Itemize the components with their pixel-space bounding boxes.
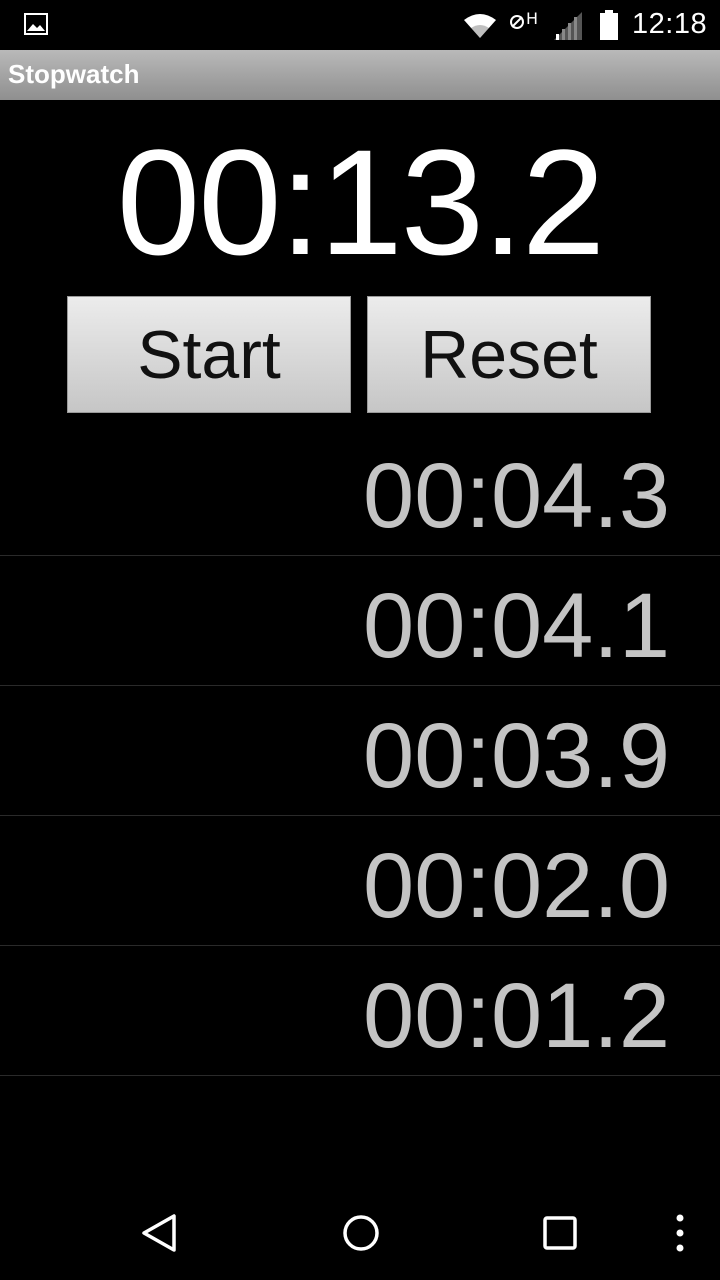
- list-item[interactable]: 00:01.2: [0, 946, 720, 1076]
- lap-list[interactable]: 00:04.3 00:04.1 00:03.9 00:02.0 00:01.2: [0, 426, 720, 1076]
- list-item[interactable]: 00:02.0: [0, 816, 720, 946]
- lap-time: 00:04.1: [363, 575, 670, 677]
- reset-button[interactable]: Reset: [367, 296, 651, 413]
- status-clock: 12:18: [632, 8, 708, 40]
- lap-time: 00:03.9: [363, 705, 670, 807]
- action-bar: Stopwatch: [0, 50, 720, 100]
- lap-time: 00:02.0: [363, 835, 670, 937]
- gallery-icon: [24, 13, 48, 35]
- back-icon[interactable]: [138, 1212, 180, 1254]
- lap-time: 00:04.3: [363, 445, 670, 547]
- start-button[interactable]: Start: [67, 296, 351, 413]
- svg-text:H: H: [526, 9, 538, 28]
- status-bar: H 12:18: [0, 0, 720, 50]
- overflow-menu-icon[interactable]: [670, 1212, 690, 1254]
- battery-icon: [600, 10, 618, 40]
- list-item[interactable]: 00:03.9: [0, 686, 720, 816]
- recents-icon[interactable]: [541, 1214, 579, 1252]
- navigation-bar: [0, 1184, 720, 1280]
- signal-icon: [554, 12, 582, 40]
- list-item[interactable]: 00:04.1: [0, 556, 720, 686]
- list-item[interactable]: 00:04.3: [0, 426, 720, 556]
- home-icon[interactable]: [340, 1212, 382, 1254]
- elapsed-time-display: 00:13.2: [116, 118, 605, 286]
- data-h-icon: H: [510, 9, 538, 29]
- lap-time: 00:01.2: [363, 965, 670, 1067]
- app-title: Stopwatch: [8, 59, 140, 89]
- wifi-icon: [464, 14, 496, 38]
